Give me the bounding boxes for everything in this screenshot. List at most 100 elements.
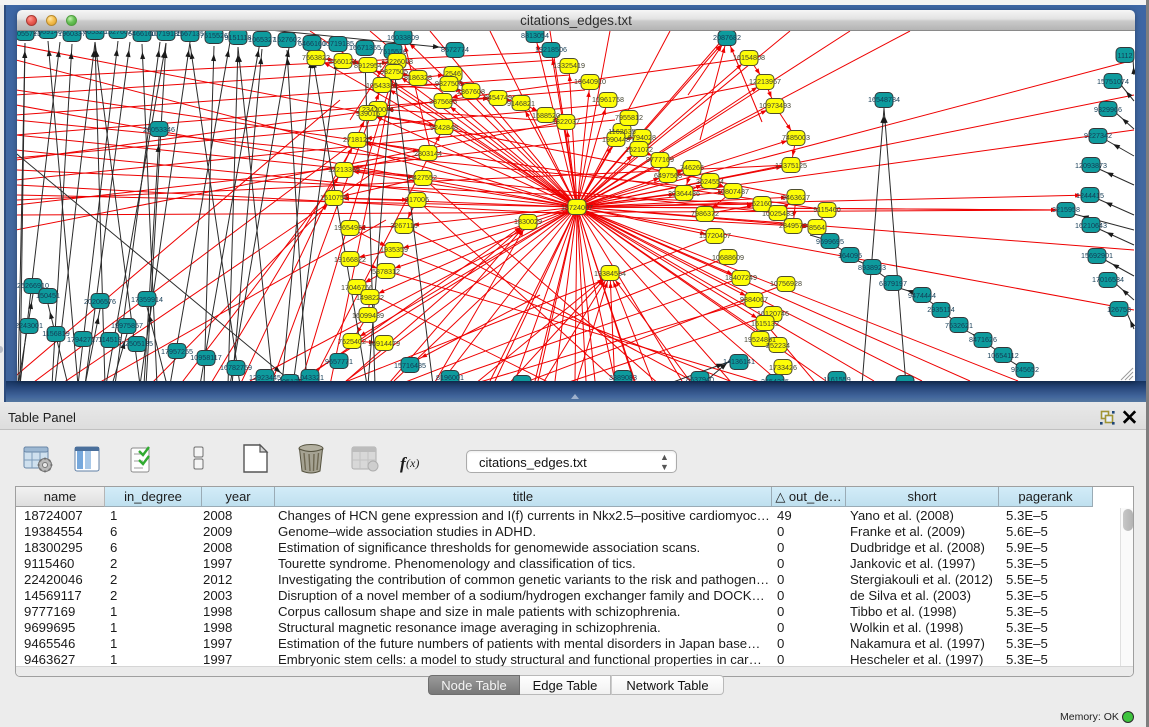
svg-text:2849579: 2849579 xyxy=(779,221,807,230)
svg-text:12213369: 12213369 xyxy=(328,165,360,174)
svg-text:1322037: 1322037 xyxy=(552,117,580,126)
svg-text:1043321: 1043321 xyxy=(296,373,324,381)
svg-text:126753: 126753 xyxy=(1107,305,1131,314)
svg-text:4078161: 4078161 xyxy=(891,379,919,381)
svg-text:7986372: 7986372 xyxy=(691,209,719,218)
svg-text:16120746: 16120746 xyxy=(757,309,789,318)
svg-text:20206576: 20206576 xyxy=(84,297,116,306)
svg-text:164095: 164095 xyxy=(838,251,862,260)
svg-text:114519: 114519 xyxy=(98,335,121,344)
svg-text:9657771: 9657771 xyxy=(325,357,353,366)
svg-text:7632621: 7632621 xyxy=(945,321,973,330)
svg-text:5878312: 5878312 xyxy=(372,267,400,276)
svg-text:1935359: 1935359 xyxy=(380,245,408,254)
svg-text:1990448: 1990448 xyxy=(602,135,630,144)
svg-text:10688609: 10688609 xyxy=(712,253,744,262)
svg-text:8186328: 8186328 xyxy=(404,73,432,82)
svg-text:9384067: 9384067 xyxy=(740,295,768,304)
svg-text:13325419: 13325419 xyxy=(553,61,585,70)
svg-text:3389083: 3389083 xyxy=(609,373,637,381)
svg-text:1498222: 1498222 xyxy=(356,293,384,302)
svg-text:10958117: 10958117 xyxy=(190,353,221,362)
svg-text:16548784: 16548784 xyxy=(868,95,900,104)
svg-text:8813054: 8813054 xyxy=(521,31,549,40)
svg-text:1527602: 1527602 xyxy=(273,35,301,44)
svg-text:25266910: 25266910 xyxy=(17,281,49,290)
svg-text:9474444: 9474444 xyxy=(908,291,936,300)
svg-text:15751074: 15751074 xyxy=(1097,77,1129,86)
svg-text:1156819: 1156819 xyxy=(42,329,69,338)
svg-text:1244415: 1244415 xyxy=(1076,191,1104,200)
svg-text:9146821: 9146821 xyxy=(507,99,535,108)
svg-text:9115460: 9115460 xyxy=(813,205,840,214)
svg-text:3624554: 3624554 xyxy=(696,177,724,186)
svg-text:8564: 8564 xyxy=(809,223,825,232)
svg-text:9463627: 9463627 xyxy=(782,193,810,202)
svg-text:12375125: 12375125 xyxy=(775,161,807,170)
svg-text:18724007: 18724007 xyxy=(561,203,593,212)
svg-text:2718126: 2718126 xyxy=(343,135,371,144)
svg-text:10756928: 10756928 xyxy=(770,279,802,288)
svg-text:12093873: 12093873 xyxy=(1075,161,1107,170)
svg-text:62160: 62160 xyxy=(752,199,772,208)
svg-text:15716485: 15716485 xyxy=(394,361,426,370)
svg-text:1292344: 1292344 xyxy=(508,379,536,381)
svg-text:2367608: 2367608 xyxy=(457,87,485,96)
svg-text:2935114: 2935114 xyxy=(927,305,954,314)
svg-text:7515526: 7515526 xyxy=(379,47,407,56)
svg-text:15720407: 15720407 xyxy=(699,231,731,240)
svg-text:1733426: 1733426 xyxy=(769,363,797,372)
svg-text:9699695: 9699695 xyxy=(816,237,844,246)
svg-text:1621072: 1621072 xyxy=(625,145,653,154)
svg-text:26053346: 26053346 xyxy=(143,125,175,134)
svg-text:10025433: 10025433 xyxy=(762,209,794,218)
svg-text:7955812: 7955812 xyxy=(615,113,643,122)
svg-text:10961758: 10961758 xyxy=(592,95,624,104)
svg-text:14136141: 14136141 xyxy=(723,357,755,366)
svg-text:19166822: 19166822 xyxy=(334,255,366,264)
svg-text:17359914: 17359914 xyxy=(131,295,163,304)
svg-text:18407249: 18407249 xyxy=(725,273,757,282)
svg-text:12213967: 12213967 xyxy=(749,77,781,86)
svg-text:150451: 150451 xyxy=(36,291,60,300)
svg-text:8938923: 8938923 xyxy=(858,263,886,272)
svg-text:8196001: 8196001 xyxy=(436,373,464,381)
svg-text:1065327: 1065327 xyxy=(248,35,276,44)
svg-text:16671355: 16671355 xyxy=(349,43,381,52)
svg-text:9777169: 9777169 xyxy=(646,155,674,164)
svg-text:7625402: 7625402 xyxy=(338,337,366,346)
svg-text:8471626: 8471626 xyxy=(969,335,997,344)
svg-text:3875685: 3875685 xyxy=(429,97,457,106)
svg-text:6879197: 6879197 xyxy=(879,279,907,288)
svg-text:16099489: 16099489 xyxy=(352,311,384,320)
svg-text:16033809: 16033809 xyxy=(387,33,419,42)
svg-text:1112: 1112 xyxy=(1118,51,1133,60)
svg-text:8660124: 8660124 xyxy=(329,57,357,66)
svg-text:8572774: 8572774 xyxy=(441,45,469,54)
svg-text:17957255: 17957255 xyxy=(161,347,193,356)
svg-text:2654235: 2654235 xyxy=(761,377,789,381)
svg-text:1615132: 1615132 xyxy=(751,319,779,328)
svg-text:8637940: 8637940 xyxy=(686,375,714,381)
svg-text:9242848: 9242848 xyxy=(430,123,458,132)
svg-text:3215958: 3215958 xyxy=(1052,205,1080,214)
svg-text:10807487: 10807487 xyxy=(717,187,749,196)
svg-text:19218506: 19218506 xyxy=(535,45,567,54)
svg-text:13226058: 13226058 xyxy=(381,57,413,66)
svg-text:917006: 917006 xyxy=(405,195,429,204)
svg-text:2087682: 2087682 xyxy=(713,33,741,42)
svg-text:7485003: 7485003 xyxy=(782,133,810,142)
svg-text:9227342: 9227342 xyxy=(1084,131,1112,140)
svg-text:16782759: 16782759 xyxy=(220,363,252,372)
svg-text:6497568: 6497568 xyxy=(654,171,682,180)
svg-text:16914479: 16914479 xyxy=(368,339,400,348)
svg-text:3267110: 3267110 xyxy=(390,221,417,230)
svg-text:8912954: 8912954 xyxy=(354,61,382,70)
svg-text:15692901: 15692901 xyxy=(1081,251,1113,260)
svg-text:(x): (x) xyxy=(406,456,419,470)
svg-text:19654952: 19654952 xyxy=(334,223,366,232)
svg-text:2546: 2546 xyxy=(445,69,461,78)
svg-text:16210643: 16210643 xyxy=(1075,221,1107,230)
svg-text:19975857: 19975857 xyxy=(111,321,143,330)
svg-text:16640910: 16640910 xyxy=(574,77,606,86)
